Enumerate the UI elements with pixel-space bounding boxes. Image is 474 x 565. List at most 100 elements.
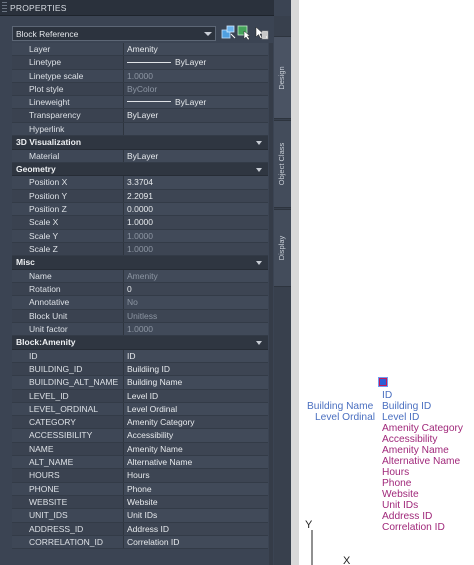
tab-design[interactable]: Design bbox=[274, 36, 291, 119]
property-row-material[interactable]: Material ByLayer bbox=[12, 149, 268, 163]
property-label-cell: LEVEL_ORDINAL bbox=[12, 402, 124, 416]
category-geometry[interactable]: Geometry bbox=[12, 162, 268, 177]
property-value-cell[interactable]: Hours bbox=[124, 469, 268, 482]
drawing-attribute-label[interactable]: Building ID bbox=[382, 401, 431, 412]
property-label-cell: Linetype bbox=[12, 56, 124, 69]
property-row-position-y[interactable]: Position Y 2.2091 bbox=[12, 189, 268, 203]
property-value-cell[interactable]: Amenity bbox=[124, 43, 268, 56]
property-row-lineweight[interactable]: Lineweight ByLayer bbox=[12, 96, 268, 110]
property-row-hyperlink[interactable]: Hyperlink bbox=[12, 122, 268, 137]
tab-object-class-label: Object Class bbox=[277, 142, 286, 186]
property-value-cell[interactable]: Unit IDs bbox=[124, 509, 268, 522]
property-value-cell[interactable]: ID bbox=[124, 349, 268, 362]
quick-select-button[interactable] bbox=[254, 25, 269, 40]
collapse-arrow-icon[interactable] bbox=[256, 261, 262, 266]
collapse-arrow-icon[interactable] bbox=[256, 341, 262, 346]
property-value-cell[interactable]: 2.2091 bbox=[124, 189, 268, 202]
drawing-attribute-label[interactable]: Level ID bbox=[382, 412, 419, 423]
collapse-arrow-icon[interactable] bbox=[256, 167, 262, 172]
property-grid-scrollbar[interactable] bbox=[269, 43, 273, 565]
property-value-cell: 1.0000 bbox=[124, 242, 268, 256]
property-value-cell[interactable]: 1.0000 bbox=[124, 216, 268, 229]
property-label: NAME bbox=[29, 443, 54, 454]
property-value-cell[interactable]: Building Name bbox=[124, 376, 268, 389]
property-row-website[interactable]: WEBSITE Website bbox=[12, 495, 268, 510]
property-row-alt-name[interactable]: ALT_NAME Alternative Name bbox=[12, 456, 268, 470]
property-value-cell[interactable]: Level Ordinal bbox=[124, 402, 268, 416]
property-row-accessibility[interactable]: ACCESSIBILITY Accessibility bbox=[12, 429, 268, 443]
drawing-attribute-label[interactable]: Correlation ID bbox=[382, 522, 445, 533]
linetype-swatch bbox=[127, 61, 171, 63]
property-value-cell[interactable]: ByLayer bbox=[124, 56, 268, 69]
category-misc[interactable]: Misc bbox=[12, 256, 268, 270]
property-value-cell[interactable]: 0.0000 bbox=[124, 202, 268, 216]
property-value: Accessibility bbox=[127, 430, 174, 441]
property-label-cell: Name bbox=[12, 269, 124, 282]
property-value-cell[interactable]: Accessibility bbox=[124, 429, 268, 442]
property-row-hours[interactable]: HOURS Hours bbox=[12, 469, 268, 483]
property-value-cell[interactable]: ByLayer bbox=[124, 149, 268, 162]
property-value-cell[interactable]: ByLayer bbox=[124, 96, 268, 109]
property-row-building-alt-name[interactable]: BUILDING_ALT_NAME Building Name bbox=[12, 376, 268, 390]
drawing-attribute-label[interactable]: Amenity Name bbox=[382, 445, 449, 456]
property-label-cell: Scale Z bbox=[12, 242, 124, 256]
property-value-cell[interactable]: Address ID bbox=[124, 522, 268, 535]
property-row-name[interactable]: NAME Amenity Name bbox=[12, 442, 268, 457]
block-insertion-grip[interactable] bbox=[379, 378, 387, 386]
property-label-cell: HOURS bbox=[12, 469, 124, 482]
drawing-attribute-label[interactable]: Alternative Name bbox=[382, 456, 460, 467]
property-value-cell[interactable]: Amenity Category bbox=[124, 416, 268, 429]
property-row-id[interactable]: ID ID bbox=[12, 349, 268, 363]
grip-handle-icon[interactable] bbox=[2, 2, 7, 14]
property-value-cell[interactable]: Amenity Name bbox=[124, 442, 268, 456]
property-row-category[interactable]: CATEGORY Amenity Category bbox=[12, 416, 268, 430]
property-row-position-z[interactable]: Position Z 0.0000 bbox=[12, 202, 268, 217]
drawing-attribute-label[interactable]: Accessibility bbox=[382, 434, 437, 445]
property-value-cell[interactable]: Alternative Name bbox=[124, 456, 268, 469]
property-row-rotation[interactable]: Rotation 0 bbox=[12, 282, 268, 297]
property-value-cell[interactable]: Correlation ID bbox=[124, 535, 268, 549]
property-label: PHONE bbox=[29, 483, 60, 494]
drawing-attribute-label[interactable]: Phone bbox=[382, 478, 411, 489]
palette-title-bar[interactable]: PROPERTIES bbox=[0, 0, 274, 16]
property-value-cell[interactable]: 0 bbox=[124, 282, 268, 296]
property-value-cell[interactable] bbox=[124, 122, 268, 136]
drawing-label-building-name[interactable]: Building Name bbox=[307, 401, 373, 412]
tab-object-class[interactable]: Object Class bbox=[274, 120, 291, 208]
property-label-cell: ALT_NAME bbox=[12, 456, 124, 469]
property-row-layer[interactable]: Layer Amenity bbox=[12, 43, 268, 57]
select-objects-button[interactable] bbox=[237, 25, 252, 41]
property-row-building-id[interactable]: BUILDING_ID Buildiing ID bbox=[12, 362, 268, 377]
property-row-level-ordinal[interactable]: LEVEL_ORDINAL Level Ordinal bbox=[12, 402, 268, 417]
drawing-attribute-label[interactable]: Unit IDs bbox=[382, 500, 418, 511]
tab-display[interactable]: Display bbox=[274, 209, 291, 287]
drawing-attribute-label[interactable]: Address ID bbox=[382, 511, 432, 522]
property-row-position-x[interactable]: Position X 3.3704 bbox=[12, 176, 268, 190]
toggle-pickadd-button[interactable] bbox=[221, 25, 236, 40]
property-value-cell[interactable]: Phone bbox=[124, 482, 268, 495]
property-row-linetype[interactable]: Linetype ByLayer bbox=[12, 56, 268, 70]
property-row-unit-ids[interactable]: UNIT_IDS Unit IDs bbox=[12, 509, 268, 523]
category-3d-visualization[interactable]: 3D Visualization bbox=[12, 136, 268, 150]
collapse-arrow-icon[interactable] bbox=[256, 141, 262, 146]
property-row-block-unit: Block Unit Unitless bbox=[12, 309, 268, 323]
property-row-address-id[interactable]: ADDRESS_ID Address ID bbox=[12, 522, 268, 536]
drawing-attribute-label[interactable]: Amenity Category bbox=[382, 423, 463, 434]
category-block-amenity[interactable]: Block:Amenity bbox=[12, 336, 268, 350]
property-value-cell[interactable]: Buildiing ID bbox=[124, 362, 268, 376]
property-value-cell[interactable]: Level ID bbox=[124, 389, 268, 402]
property-row-phone[interactable]: PHONE Phone bbox=[12, 482, 268, 496]
property-row-correlation-id[interactable]: CORRELATION_ID Correlation ID bbox=[12, 535, 268, 550]
drawing-label-level-ordinal[interactable]: Level Ordinal bbox=[315, 412, 375, 423]
property-value-cell[interactable]: ByLayer bbox=[124, 109, 268, 122]
drawing-attribute-label[interactable]: Website bbox=[382, 489, 419, 500]
property-row-transparency[interactable]: Transparency ByLayer bbox=[12, 109, 268, 123]
property-row-level-id[interactable]: LEVEL_ID Level ID bbox=[12, 389, 268, 403]
property-row-scale-x[interactable]: Scale X 1.0000 bbox=[12, 216, 268, 230]
property-value-cell[interactable]: 3.3704 bbox=[124, 176, 268, 189]
drawing-attribute-label[interactable]: ID bbox=[382, 390, 392, 401]
property-value-cell[interactable]: Website bbox=[124, 495, 268, 509]
object-type-dropdown[interactable]: Block Reference bbox=[12, 26, 216, 41]
drawing-attribute-label[interactable]: Hours bbox=[382, 467, 409, 478]
property-label-cell: ADDRESS_ID bbox=[12, 522, 124, 535]
